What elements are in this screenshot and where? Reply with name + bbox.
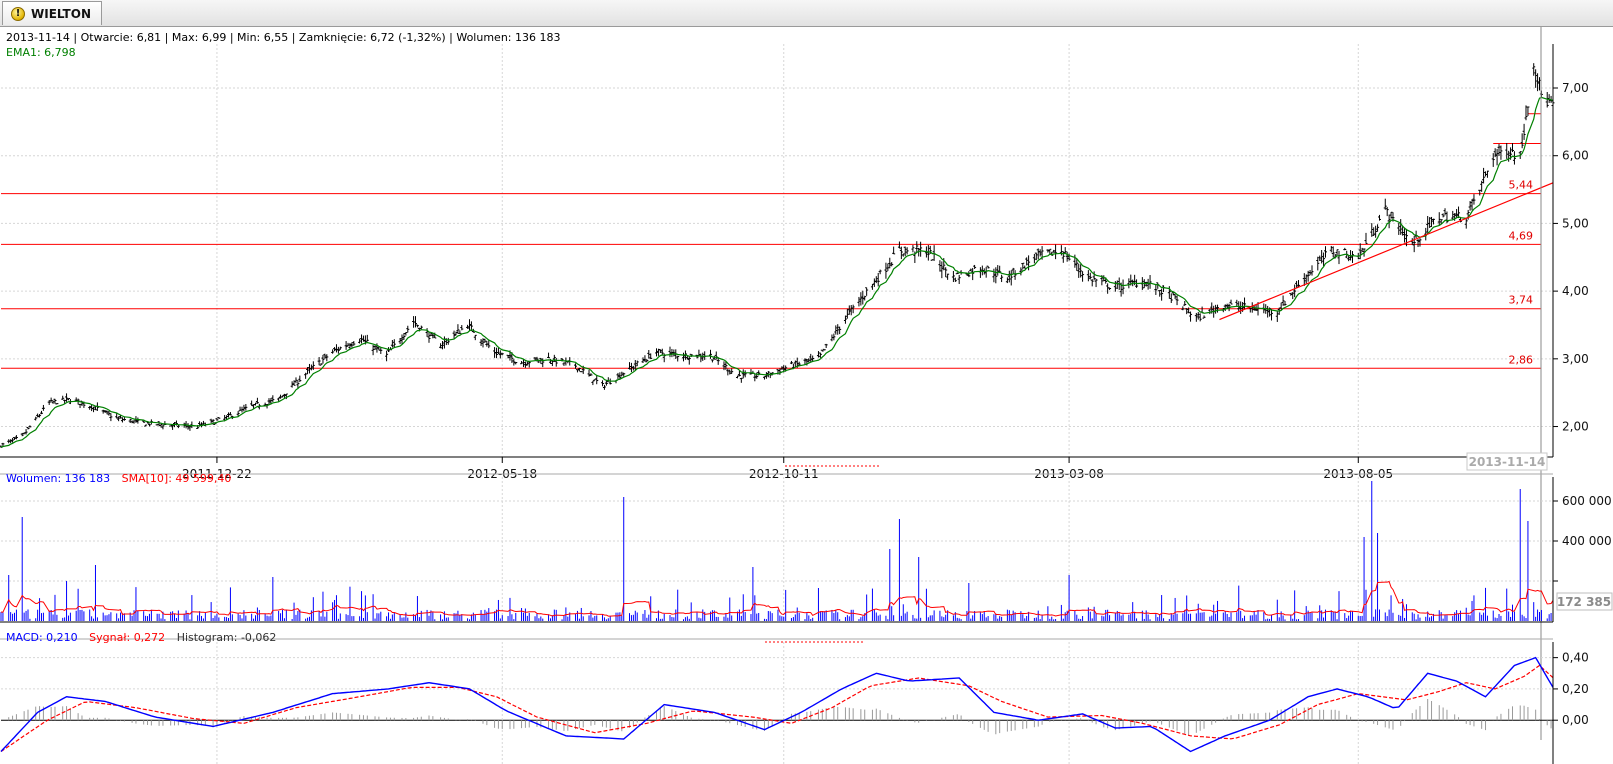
level-label: 5,44 (1509, 179, 1534, 192)
macd-y-tick-label: 0,00 (1562, 713, 1589, 727)
price-y-tick-label: 4,00 (1562, 284, 1589, 298)
macd-header: MACD: 0,210 Sygnał: 0,272 Histogram: -0,… (6, 631, 276, 644)
macd-y-tick-label: 0,20 (1562, 682, 1589, 696)
price-y-tick-label: 2,00 (1562, 420, 1589, 434)
ema-value-label: EMA1: 6,798 (6, 46, 76, 59)
volume-marker: 172 385 (1557, 595, 1611, 609)
volume-y-tick-label: 600 000 (1562, 494, 1612, 508)
volume-sma-label: SMA[10]: 49 599,40 (122, 472, 232, 485)
price-bar (579, 371, 583, 373)
level-label: 4,69 (1509, 229, 1534, 242)
warning-icon: ! (11, 6, 25, 21)
price-bar (169, 425, 173, 427)
volume-label: Wolumen: 136 183 (6, 472, 110, 485)
tab-title: WIELTON (31, 6, 91, 21)
price-y-tick-label: 7,00 (1562, 81, 1589, 95)
price-y-tick-label: 5,00 (1562, 216, 1589, 230)
tab-wielton[interactable]: ! WIELTON (2, 1, 102, 25)
macd-histogram-label: Histogram: -0,062 (177, 631, 277, 644)
tab-bar: ! WIELTON (0, 0, 1613, 27)
macd-signal-label: Sygnał: 0,272 (89, 631, 165, 644)
level-label: 3,74 (1509, 294, 1534, 307)
volume-y-tick-label: 400 000 (1562, 534, 1612, 548)
cursor-date-label: 2013-11-14 (1469, 455, 1546, 469)
chart-area[interactable]: 2,86 3,74 4,69 5,44 2,00 3,00 4,00 5,00 6,00 7,0… (0, 27, 1613, 764)
price-y-tick-label: 6,00 (1562, 149, 1589, 163)
quote-header: 2013-11-14 | Otwarcie: 6,81 | Max: 6,99 … (6, 31, 560, 44)
price-y-tick-label: 3,00 (1562, 352, 1589, 366)
level-label: 2,86 (1509, 353, 1534, 366)
macd-y-tick-label: 0,40 (1562, 651, 1589, 665)
macd-value-label: MACD: 0,210 (6, 631, 78, 644)
